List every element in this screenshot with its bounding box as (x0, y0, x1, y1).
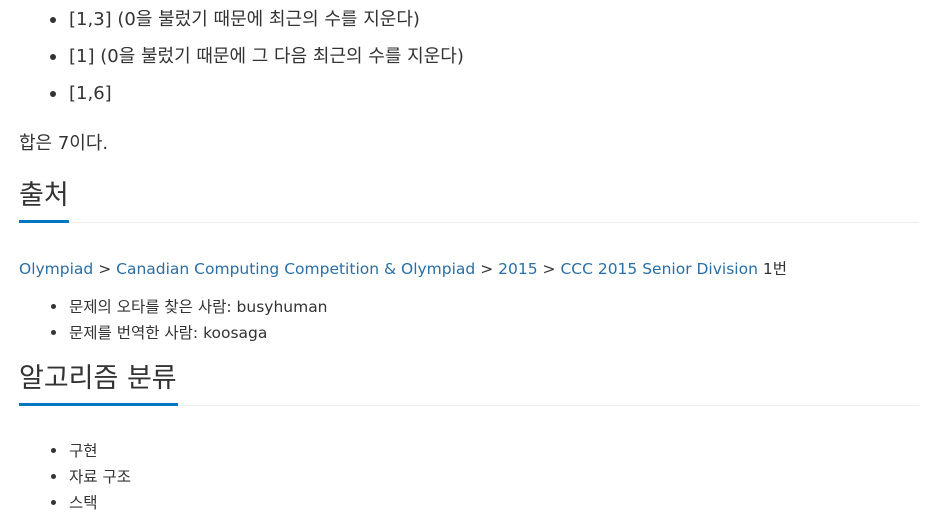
example-item: [1,3] (0을 불렀기 때문에 최근의 수를 지운다) (19, 7, 464, 44)
problem-number: 1번 (757, 260, 787, 278)
algorithm-tag[interactable]: 스택 (19, 492, 131, 518)
source-link-ccc[interactable]: Canadian Computing Competition & Olympia… (116, 260, 475, 278)
source-link-senior-division[interactable]: CCC 2015 Senior Division (560, 260, 757, 278)
example-item: [1,6] (19, 81, 464, 118)
breadcrumb-separator: > (98, 260, 117, 278)
algorithm-tag[interactable]: 자료 구조 (19, 466, 131, 492)
credit-translator: 문제를 번역한 사람: koosaga (19, 322, 328, 348)
algorithm-tag-link[interactable]: 자료 구조 (69, 468, 131, 486)
credit-list: 문제의 오타를 찾은 사람: busyhuman 문제를 번역한 사람: koo… (19, 296, 328, 348)
example-list: [1,3] (0을 불렀기 때문에 최근의 수를 지운다) [1] (0을 불렀… (19, 7, 464, 118)
breadcrumb-separator: > (542, 260, 561, 278)
algorithm-section-header: 알고리즘 분류 (19, 361, 919, 406)
credit-typo-finder: 문제의 오타를 찾은 사람: busyhuman (19, 296, 328, 322)
algorithm-tag-list: 구현 자료 구조 스택 (19, 440, 131, 518)
example-item: [1] (0을 불렀기 때문에 그 다음 최근의 수를 지운다) (19, 44, 464, 81)
source-link-olympiad[interactable]: Olympiad (19, 260, 93, 278)
algorithm-tag-link[interactable]: 구현 (69, 442, 98, 460)
source-heading: 출처 (19, 178, 69, 223)
source-section-header: 출처 (19, 178, 919, 223)
algorithm-tag-link[interactable]: 스택 (69, 494, 98, 512)
algorithm-tag[interactable]: 구현 (19, 440, 131, 466)
algorithm-heading: 알고리즘 분류 (19, 361, 178, 406)
source-breadcrumb: Olympiad > Canadian Computing Competitio… (19, 258, 787, 280)
source-link-2015[interactable]: 2015 (498, 260, 537, 278)
sum-paragraph: 합은 7이다. (19, 133, 109, 154)
breadcrumb-separator: > (480, 260, 499, 278)
